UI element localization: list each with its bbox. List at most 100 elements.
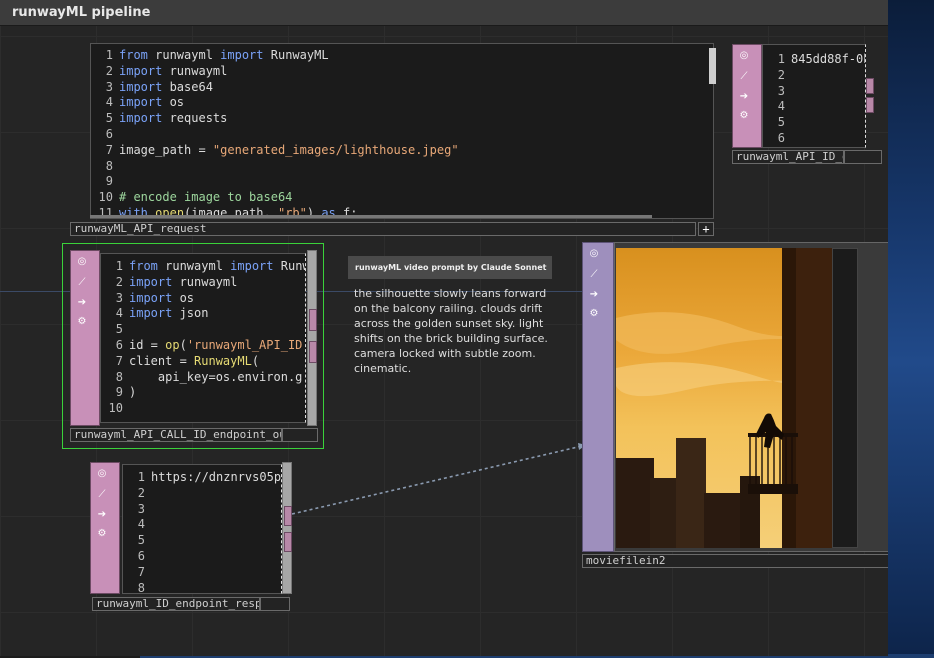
target-icon[interactable]: ◎ xyxy=(95,467,109,481)
code-line[interactable]: 1 https://dnznrvs05pm xyxy=(127,470,281,486)
arrow-right-icon[interactable]: ➔ xyxy=(75,296,89,310)
code-line[interactable]: 10 # encode image to base64 xyxy=(95,190,713,206)
operator-name[interactable]: runwayML_API_request xyxy=(70,222,696,236)
code-line[interactable]: 2 xyxy=(127,486,281,502)
operator-name-tail[interactable] xyxy=(260,597,290,611)
scrollbar[interactable] xyxy=(709,48,716,84)
code-line[interactable]: 7 image_path = "generated_images/lighthou… xyxy=(95,143,713,159)
output-connector[interactable] xyxy=(284,506,292,526)
code-line[interactable]: 4 import os xyxy=(95,95,713,111)
code-line[interactable]: 1 from runwayml import Runw xyxy=(105,259,305,275)
code-line[interactable]: 5 xyxy=(105,322,305,338)
graph-icon[interactable]: ⟋ xyxy=(587,268,601,282)
note-text[interactable]: the silhouette slowly leans forward on t… xyxy=(354,286,554,376)
target-icon[interactable]: ◎ xyxy=(587,247,601,261)
horizontal-scrollbar[interactable] xyxy=(90,215,652,218)
code-line[interactable]: 3 xyxy=(127,502,281,518)
code-line[interactable]: 3 import base64 xyxy=(95,80,713,96)
arrow-right-icon[interactable]: ➔ xyxy=(737,90,751,104)
code-line[interactable]: 9) xyxy=(105,385,305,401)
code-line[interactable]: 1 845dd88f-0b xyxy=(767,52,865,68)
code-token: import xyxy=(129,274,173,289)
code-line[interactable]: 5 xyxy=(127,533,281,549)
code-area[interactable]: 1 https://dnznrvs05pm 2 3 4 5 6 7 8 xyxy=(127,470,281,593)
code-token: ( xyxy=(179,337,187,352)
add-icon[interactable]: + xyxy=(698,222,714,236)
code-line[interactable]: 3 xyxy=(767,84,865,100)
code-line[interactable]: 7 xyxy=(127,565,281,581)
code-line[interactable]: 4 import json xyxy=(105,306,305,322)
code-line[interactable]: 6 xyxy=(127,549,281,565)
operator-name[interactable]: runwayml_API_ID_output xyxy=(732,150,844,164)
code-line[interactable]: 5 import requests xyxy=(95,111,713,127)
code-line[interactable]: 2 import runwayml xyxy=(95,64,713,80)
code-area[interactable]: 1 from runwayml import RunwayML 2 import ru… xyxy=(95,48,713,218)
code-line[interactable]: 6 xyxy=(767,131,865,147)
code-line[interactable]: 8 api_key=os.environ.g xyxy=(105,370,305,386)
operator-name-tail[interactable] xyxy=(844,150,882,164)
op-runwayml-api-call-id-endpoint-output1[interactable]: ◎ ⟋ ➔ ⚙ 1 from runwayml import Runw 2 impor… xyxy=(62,243,324,449)
scroll-track[interactable] xyxy=(307,250,317,426)
wrench-icon[interactable]: ⚙ xyxy=(95,527,109,541)
output-connector[interactable] xyxy=(309,309,317,331)
target-icon[interactable]: ◎ xyxy=(75,255,89,269)
scroll-track[interactable] xyxy=(282,462,292,594)
op-runwayml-id-endpoint-response[interactable]: ◎ ⟋ ➔ ⚙ 1 https://dnznrvs05pm 2 3 4 5 6 7 8 runw… xyxy=(90,462,296,614)
code-line[interactable]: 10 xyxy=(105,401,305,417)
line-number: 9 xyxy=(115,385,123,400)
code-line[interactable]: 4 xyxy=(127,517,281,533)
code-viewer[interactable]: 1 from runwayml import Runw 2 import runway… xyxy=(100,253,306,423)
op-moviefilein2[interactable]: ◎ ⟋ ➔ ⚙ moviefilein2 xyxy=(582,242,888,572)
target-icon[interactable]: ◎ xyxy=(737,49,751,63)
code-area[interactable]: 1 from runwayml import Runw 2 import runway… xyxy=(105,259,305,422)
wrench-icon[interactable]: ⚙ xyxy=(737,109,751,123)
arrow-right-icon[interactable]: ➔ xyxy=(95,508,109,522)
app-window: runwayML pipeline 1 from runwayml import … xyxy=(0,0,934,658)
code-line[interactable]: 6 xyxy=(95,127,713,143)
code-line[interactable]: 5 xyxy=(767,115,865,131)
graph-icon[interactable]: ⟋ xyxy=(737,70,751,84)
video-preview[interactable] xyxy=(616,248,832,548)
network-editor[interactable]: runwayML pipeline 1 from runwayml import … xyxy=(0,0,888,656)
code-line[interactable]: 3 import os xyxy=(105,291,305,307)
note-title[interactable]: runwayML video prompt by Claude Sonnet xyxy=(348,256,552,279)
code-line[interactable]: 1 from runwayml import RunwayML xyxy=(95,48,713,64)
wrench-icon[interactable]: ⚙ xyxy=(75,315,89,329)
operator-tab: ◎ ⟋ ➔ ⚙ xyxy=(70,250,100,426)
graph-icon[interactable]: ⟋ xyxy=(75,276,89,290)
graph-icon[interactable]: ⟋ xyxy=(95,488,109,502)
code-line[interactable]: 4 xyxy=(767,99,865,115)
operator-name[interactable]: runwayml_API_CALL_ID_endpoint_output1 xyxy=(70,428,282,442)
text-viewer[interactable]: 1 https://dnznrvs05pm 2 3 4 5 6 7 8 xyxy=(122,464,282,594)
output-connector[interactable] xyxy=(284,532,292,552)
output-connector[interactable] xyxy=(866,78,874,94)
code-line[interactable]: 9 xyxy=(95,174,713,190)
code-area[interactable]: 1 845dd88f-0b 2 3 4 5 6 xyxy=(767,52,865,147)
output-connector[interactable] xyxy=(309,341,317,363)
text-viewer[interactable]: 1 845dd88f-0b 2 3 4 5 6 xyxy=(762,44,866,148)
op-runwayml-api-request[interactable]: 1 from runwayml import RunwayML 2 import ru… xyxy=(62,40,718,238)
line-number: 5 xyxy=(115,322,123,337)
code-line[interactable]: 8 xyxy=(95,159,713,175)
line-number: 5 xyxy=(137,533,145,548)
code-line[interactable]: 2 xyxy=(767,68,865,84)
code-token: import xyxy=(129,306,173,321)
operator-name[interactable]: runwayml_ID_endpoint_response xyxy=(92,597,260,611)
wrench-icon[interactable]: ⚙ xyxy=(587,307,601,321)
code-line[interactable]: 6 id = op('runwayml_API_ID xyxy=(105,338,305,354)
code-line[interactable]: 7 client = RunwayML( xyxy=(105,354,305,370)
op-runwayml-api-id-output[interactable]: ◎ ⟋ ➔ ⚙ 1 845dd88f-0b 2 3 4 5 6 runwayml_API_I… xyxy=(732,44,888,168)
code-viewer[interactable]: 1 from runwayml import RunwayML 2 import ru… xyxy=(90,43,716,219)
arrow-right-icon[interactable]: ➔ xyxy=(587,288,601,302)
line-number: 7 xyxy=(115,353,123,368)
code-line[interactable]: 2 import runwayml xyxy=(105,275,305,291)
code-token: runwayml xyxy=(147,48,221,62)
code-token: os xyxy=(172,290,195,305)
operator-name[interactable]: moviefilein2 xyxy=(582,554,888,568)
output-connector[interactable] xyxy=(866,97,874,113)
line-number: 6 xyxy=(137,548,145,563)
operator-name-tail[interactable] xyxy=(282,428,318,442)
code-line[interactable]: 8 xyxy=(127,581,281,593)
code-token: import xyxy=(119,63,163,78)
line-number: 6 xyxy=(115,337,123,352)
